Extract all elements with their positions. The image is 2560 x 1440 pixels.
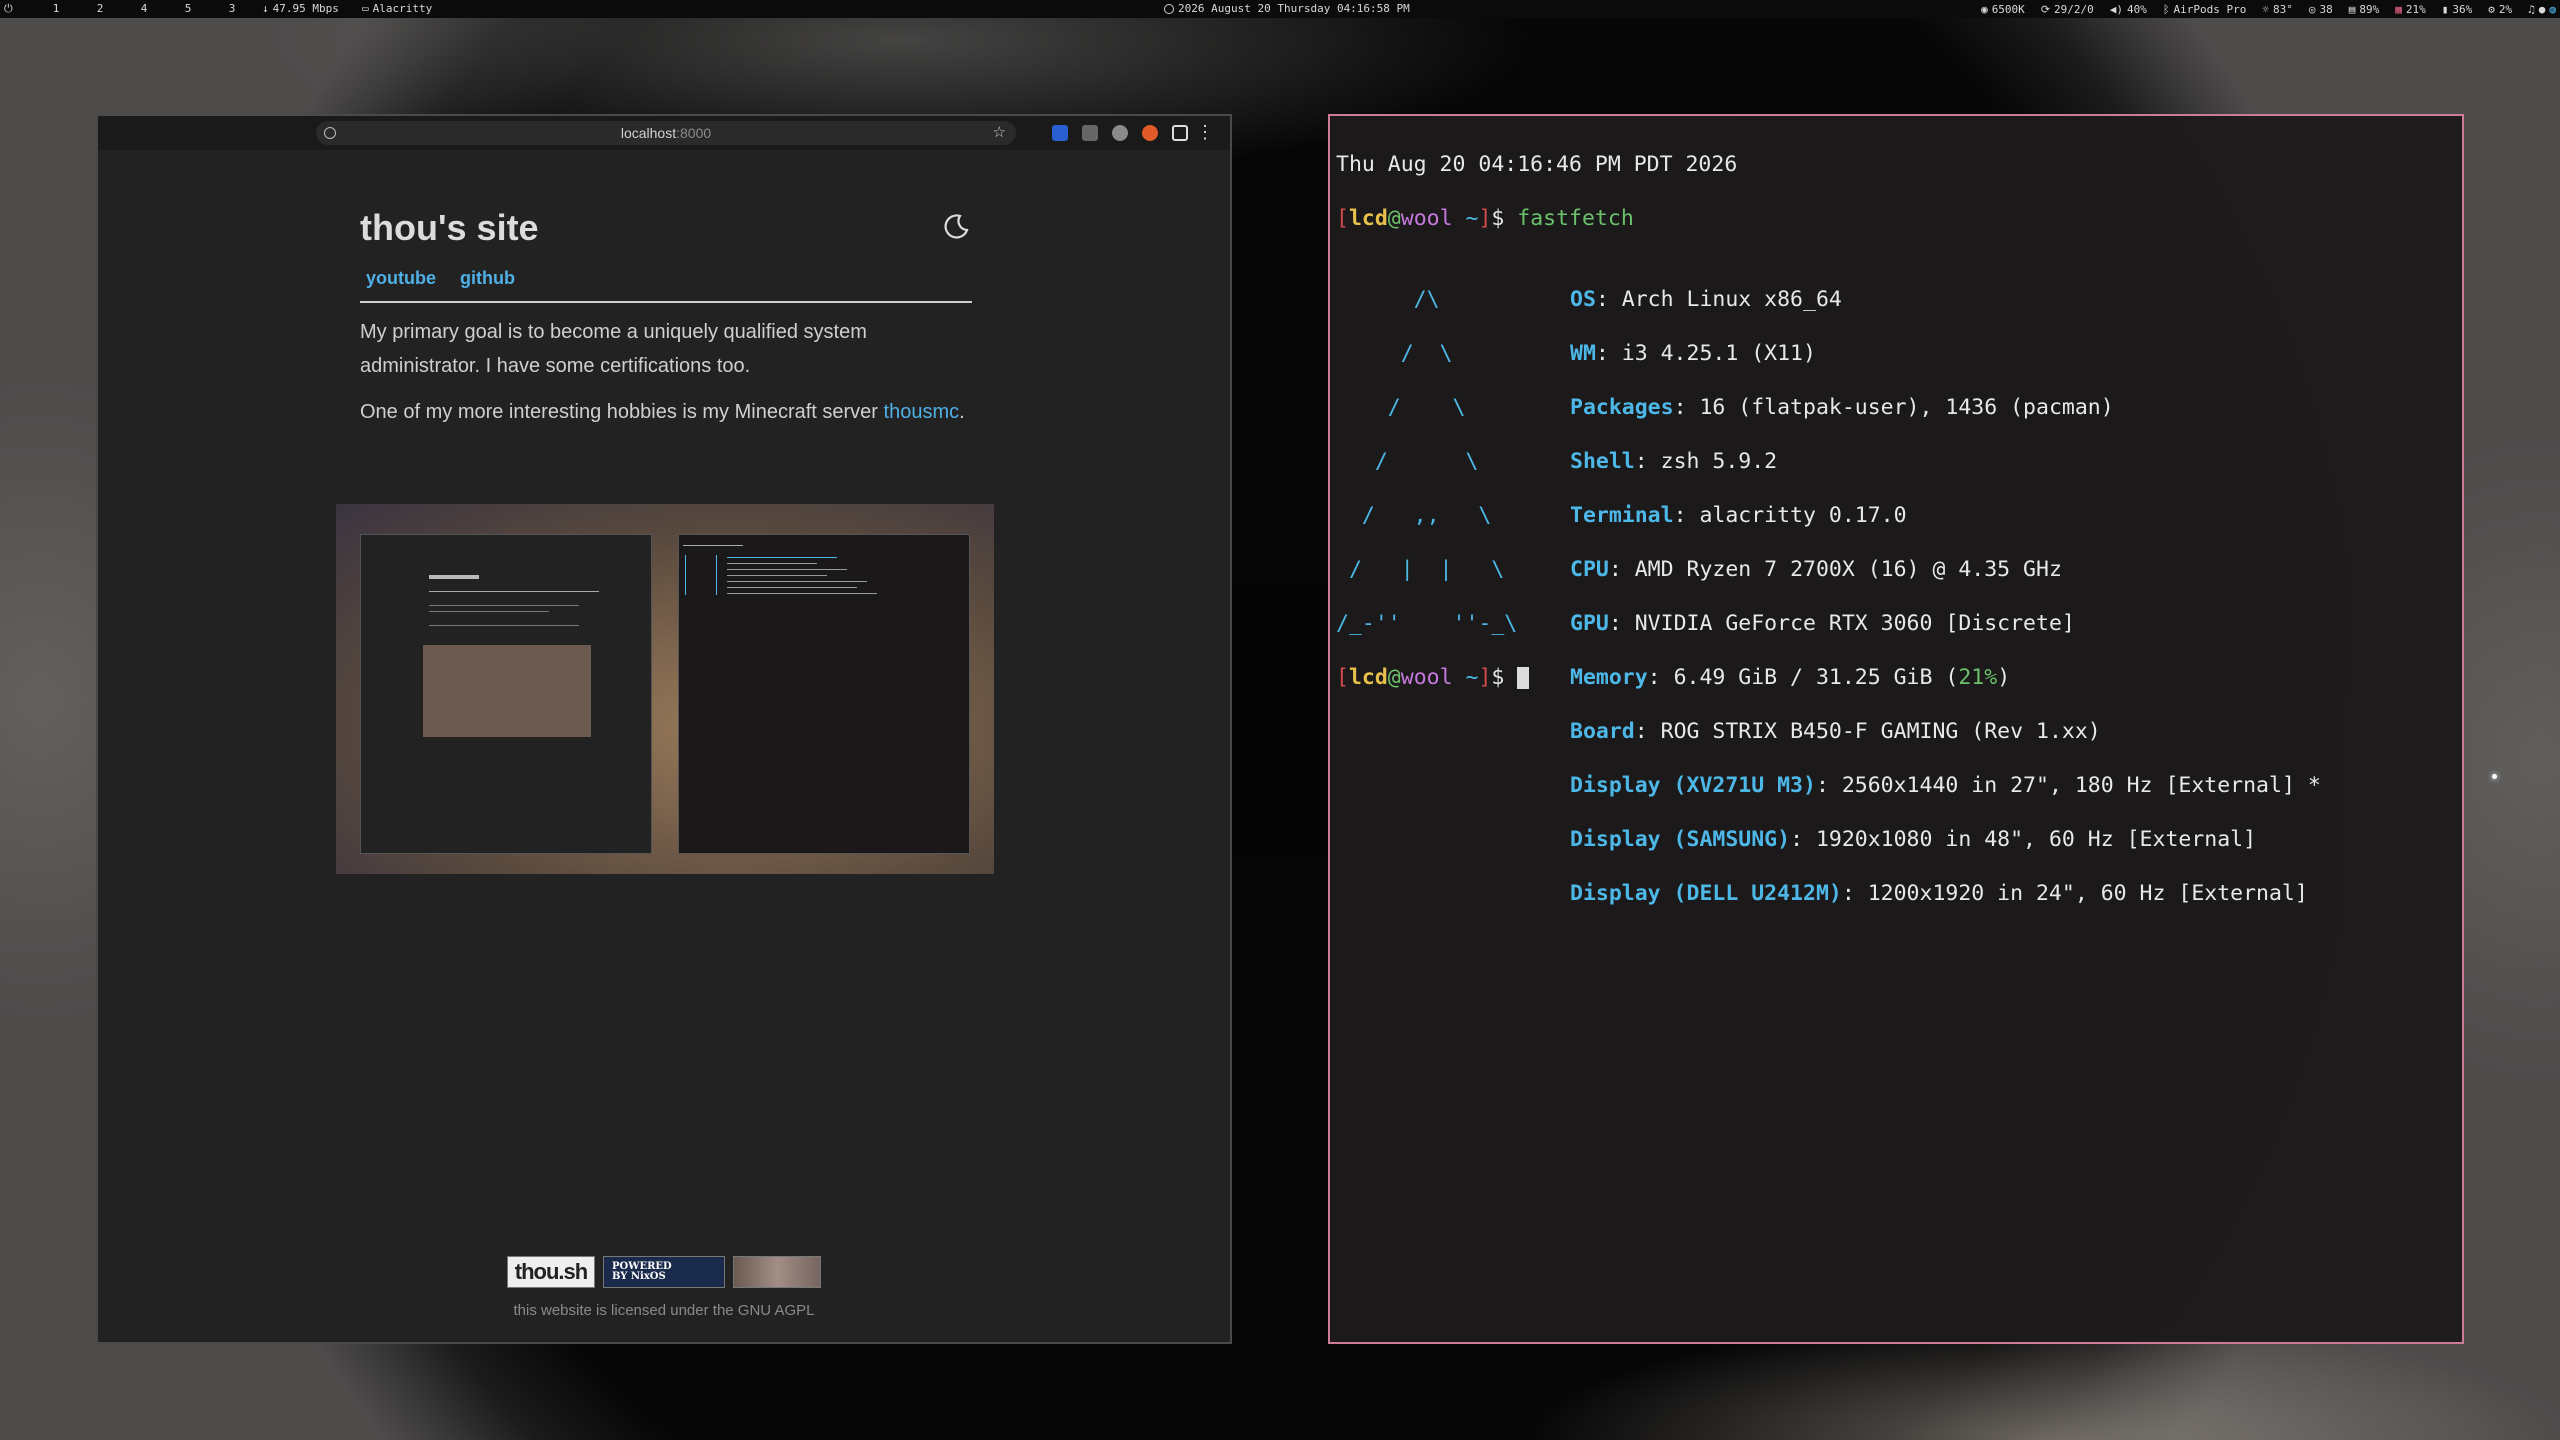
date-output: Thu Aug 20 04:16:46 PM PDT 2026 xyxy=(1336,152,1738,177)
info-row: Terminal: alacritty 0.17.0 xyxy=(1570,503,1907,528)
net-speed: ↓ 47.95 Mbps xyxy=(262,0,339,18)
url-host: localhost xyxy=(620,125,677,141)
system-info: OS: Arch Linux x86_64 WM: i3 4.25.1 (X11… xyxy=(1570,259,2321,934)
volume-stat[interactable]: ◀) 40% xyxy=(2110,3,2147,16)
tray-steam-icon[interactable]: ◍ xyxy=(2549,3,2556,16)
disk-icon: ▤ xyxy=(2348,2,2356,16)
tray-record-icon[interactable]: ● xyxy=(2539,3,2546,16)
info-row: Display (XV271U M3): 2560x1440 in 27", 1… xyxy=(1570,773,2321,798)
info-row: Memory: 6.49 GiB / 31.25 GiB (21%) xyxy=(1570,665,2011,690)
power-icon[interactable]: ⏻ xyxy=(4,0,13,18)
status-bar: ⏻ 1 2 4 5 3 ↓ 47.95 Mbps ▭ Alacritty 202… xyxy=(0,0,2560,18)
storage-icon: ▮ xyxy=(2441,2,2449,16)
cpu-stat[interactable]: ⚙ 2% xyxy=(2488,3,2512,16)
browser-window: localhost:8000 ☆ ⋮ thou's site youtube g… xyxy=(96,114,1232,1344)
info-row: CPU: AMD Ryzen 7 2700X (16) @ 4.35 GHz xyxy=(1570,557,2062,582)
info-row: GPU: NVIDIA GeForce RTX 3060 [Discrete] xyxy=(1570,611,2075,636)
screenshot-terminal-pane xyxy=(678,534,970,854)
info-row: OS: Arch Linux x86_64 xyxy=(1570,287,1842,312)
bluetooth-icon: ᛒ xyxy=(2162,2,2170,16)
site-footer: thou.sh POWERED BY NixOS this website is… xyxy=(98,1256,1230,1319)
site-info-icon[interactable] xyxy=(324,127,336,139)
workspace-button[interactable]: 5 xyxy=(168,0,208,18)
workspace-button[interactable]: 4 xyxy=(124,0,164,18)
site-title: thou's site xyxy=(360,207,539,248)
text-cursor xyxy=(1517,667,1530,689)
cpu-icon: ⚙ xyxy=(2488,2,2495,16)
clock[interactable]: 2026 August 20 Thursday 04:16:58 PM xyxy=(1164,0,1410,18)
arch-logo: /\ / \ / \ / \ / ,, \ / | | \ /_-'' ''-_… xyxy=(1336,287,1518,636)
bookmark-star-icon[interactable]: ☆ xyxy=(993,121,1006,145)
packages-stat[interactable]: ◎ 38 xyxy=(2309,3,2333,16)
screenshot-browser-pane xyxy=(360,534,652,854)
workspace-button[interactable]: 2 xyxy=(80,0,120,18)
info-row: Display (DELL U2412M): 1200x1920 in 24",… xyxy=(1570,881,2308,906)
active-window: ▭ Alacritty xyxy=(362,0,432,18)
menu-kebab-icon[interactable]: ⋮ xyxy=(1196,120,1214,144)
info-row: Board: ROG STRIX B450-F GAMING (Rev 1.xx… xyxy=(1570,719,2101,744)
terminal-window[interactable]: Thu Aug 20 04:16:46 PM PDT 2026 [lcd@woo… xyxy=(1328,114,2464,1344)
nixos-badge[interactable]: POWERED BY NixOS xyxy=(603,1256,725,1288)
bitwarden-extension-icon[interactable] xyxy=(1052,125,1068,141)
license-text: this website is licensed under the GNU A… xyxy=(513,1302,815,1319)
extensions-puzzle-icon[interactable] xyxy=(1172,125,1188,141)
weather-stat[interactable]: ☼ 83° xyxy=(2262,3,2293,16)
command-text: fastfetch xyxy=(1517,206,1634,231)
url-port: :8000 xyxy=(676,125,712,141)
browser-toolbar: localhost:8000 ☆ ⋮ xyxy=(98,116,1230,150)
pixel-art-badge[interactable] xyxy=(733,1256,821,1288)
workspace-button[interactable]: 3 xyxy=(212,0,252,18)
bluetooth-stat[interactable]: ᛒ AirPods Pro xyxy=(2163,3,2246,16)
disk-stat[interactable]: ▤ 89% xyxy=(2349,3,2380,16)
packages-icon: ◎ xyxy=(2308,2,2316,16)
brightness-icon: ◉ xyxy=(1981,2,1988,16)
fox-extension-icon[interactable] xyxy=(1142,125,1158,141)
desktop-screenshot-image xyxy=(336,504,994,874)
tray-app-icon[interactable]: ♫ xyxy=(2528,3,2535,16)
intro-paragraph: My primary goal is to become a uniquely … xyxy=(360,321,867,377)
monitor-icon: ▭ xyxy=(362,2,369,15)
shield-extension-icon[interactable] xyxy=(1082,125,1098,141)
clock-icon xyxy=(1164,4,1174,14)
github-link[interactable]: github xyxy=(460,268,515,289)
system-stats: ◉ 6500K ⟳ 29/2/0 ◀) 40% ᛒ AirPods Pro ☼ 83° ◎… xyxy=(1981,0,2556,18)
memory-icon: ▦ xyxy=(2395,2,2402,16)
storage-stat[interactable]: ▮ 36% xyxy=(2442,3,2473,16)
web-page: thou's site youtube github My primary go… xyxy=(360,206,972,429)
volume-icon: ◀) xyxy=(2109,2,2124,16)
updates-icon: ⟳ xyxy=(2040,2,2051,16)
thou-sh-badge[interactable]: thou.sh xyxy=(507,1256,595,1288)
workspace-list: 1 2 4 5 3 xyxy=(36,0,252,18)
weather-icon: ☼ xyxy=(2262,2,2269,16)
badge-row: thou.sh POWERED BY NixOS xyxy=(98,1256,1230,1288)
youtube-link[interactable]: youtube xyxy=(366,268,436,289)
hobby-paragraph: One of my more interesting hobbies is my… xyxy=(360,401,965,423)
prompt-line: [lcd@wool ~]$ fastfetch xyxy=(1336,206,1634,231)
url-bar[interactable]: localhost:8000 ☆ xyxy=(316,121,1016,145)
brightness-stat[interactable]: ◉ 6500K xyxy=(1981,3,2025,16)
info-row: Shell: zsh 5.9.2 xyxy=(1570,449,1778,474)
info-row: WM: i3 4.25.1 (X11) xyxy=(1570,341,1816,366)
info-row: Display (SAMSUNG): 1920x1080 in 48", 60 … xyxy=(1570,827,2257,852)
updates-stat[interactable]: ⟳ 29/2/0 xyxy=(2041,3,2094,16)
info-row: Packages: 16 (flatpak-user), 1436 (pacma… xyxy=(1570,395,2114,420)
workspace-button[interactable]: 1 xyxy=(36,0,76,18)
memory-stat[interactable]: ▦ 21% xyxy=(2395,3,2426,16)
glasses-extension-icon[interactable] xyxy=(1112,125,1128,141)
divider xyxy=(360,301,972,303)
star xyxy=(2492,774,2497,779)
thousmc-link[interactable]: thousmc xyxy=(884,401,960,423)
site-nav: youtube github xyxy=(360,268,972,289)
tray: ♫ ● ◍ xyxy=(2528,3,2556,16)
download-arrow-icon: ↓ xyxy=(262,2,269,15)
fastfetch-output: /\ / \ / \ / \ / ,, \ / | | \ /_-'' ''-_… xyxy=(1336,259,2456,906)
dark-mode-moon-icon[interactable] xyxy=(942,212,970,240)
